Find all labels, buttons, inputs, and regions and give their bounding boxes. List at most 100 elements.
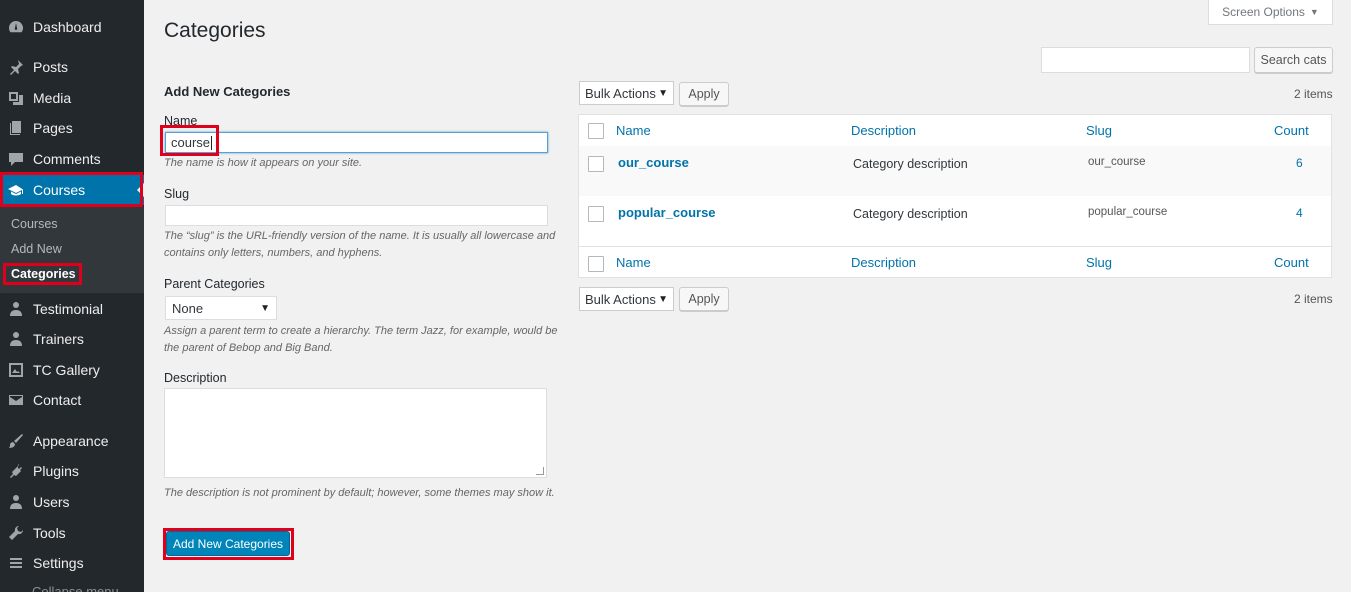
pages-icon: [8, 120, 24, 136]
comment-icon: [8, 151, 24, 167]
submenu-item-courses[interactable]: Courses: [11, 217, 58, 231]
category-slug: popular_course: [1088, 206, 1168, 218]
slug-help: The “slug” is the URL-friendly version o…: [164, 230, 556, 259]
person-icon: [8, 331, 24, 347]
bulk-actions-select-bottom[interactable]: Bulk Actions ▼: [579, 287, 674, 311]
column-footer-description[interactable]: Description: [851, 255, 916, 270]
collapse-menu-link[interactable]: Collapse menu: [32, 584, 119, 592]
search-cats-button[interactable]: Search cats: [1254, 47, 1333, 73]
categories-table: Name Description Slug Count our_course C…: [578, 114, 1332, 278]
parent-selected-value: None: [172, 300, 204, 316]
menu-label: Tools: [33, 525, 66, 541]
menu-label: Media: [33, 90, 72, 106]
gallery-icon: [8, 362, 24, 378]
bulk-actions-select-top[interactable]: Bulk Actions ▼: [579, 81, 674, 105]
triangle-down-icon: ▼: [260, 302, 270, 314]
menu-item-plugins[interactable]: Plugins: [0, 456, 144, 486]
menu-item-pages[interactable]: Pages: [0, 113, 144, 143]
description-help: The description is not prominent by defa…: [164, 487, 555, 499]
highlight-courses-menu: [0, 172, 143, 207]
apply-button-top[interactable]: Apply: [679, 82, 729, 106]
select-all-checkbox-bottom[interactable]: [588, 256, 604, 272]
parent-categories-select[interactable]: None ▼: [165, 296, 277, 320]
screen-options-button[interactable]: Screen Options ▼: [1208, 0, 1333, 25]
name-field[interactable]: course: [165, 132, 548, 153]
menu-item-settings[interactable]: Settings: [0, 548, 144, 578]
menu-item-posts[interactable]: Posts: [0, 52, 144, 82]
menu-label: Pages: [33, 120, 73, 136]
items-count-top: 2 items: [1294, 87, 1333, 101]
admin-sidebar: Dashboard Posts Media Pages Comments Cou…: [0, 0, 144, 592]
column-footer-count[interactable]: Count: [1274, 255, 1309, 270]
name-help: The name is how it appears on your site.: [164, 157, 363, 169]
menu-item-tc-gallery[interactable]: TC Gallery: [0, 355, 144, 385]
highlight-name-field: [160, 125, 219, 156]
slug-field[interactable]: [165, 205, 548, 226]
parent-help: Assign a parent term to create a hierarc…: [164, 325, 558, 354]
select-all-checkbox[interactable]: [588, 123, 604, 139]
column-header-count[interactable]: Count: [1274, 123, 1309, 138]
menu-label: Appearance: [33, 433, 109, 449]
screen-options-label: Screen Options: [1222, 5, 1305, 19]
settings-icon: [8, 555, 24, 571]
menu-label: Posts: [33, 59, 69, 75]
description-label: Description: [164, 371, 227, 385]
menu-item-tools[interactable]: Tools: [0, 518, 144, 548]
category-name-link[interactable]: our_course: [618, 155, 689, 170]
pin-icon: [8, 59, 24, 75]
column-header-slug[interactable]: Slug: [1086, 123, 1112, 138]
envelope-icon: [8, 392, 24, 408]
person-icon: [8, 301, 24, 317]
triangle-down-icon: ▼: [658, 87, 668, 99]
menu-item-trainers[interactable]: Trainers: [0, 324, 144, 354]
description-textarea[interactable]: [164, 388, 547, 478]
resize-handle-icon[interactable]: [536, 467, 544, 475]
table-row-striped-bg: [579, 146, 1331, 196]
row-checkbox[interactable]: [588, 156, 604, 172]
media-icon: [8, 90, 24, 106]
parent-categories-label: Parent Categories: [164, 277, 265, 291]
dashboard-icon: [8, 19, 24, 35]
search-input[interactable]: [1041, 47, 1250, 73]
bulk-actions-label: Bulk Actions: [585, 291, 656, 307]
apply-button-bottom[interactable]: Apply: [679, 287, 729, 311]
plug-icon: [8, 463, 24, 479]
menu-label: Trainers: [33, 331, 84, 347]
menu-item-appearance[interactable]: Appearance: [0, 426, 144, 456]
menu-item-contact[interactable]: Contact: [0, 385, 144, 415]
menu-item-dashboard[interactable]: Dashboard: [0, 12, 144, 42]
menu-label: Settings: [33, 555, 84, 571]
footer-divider: [579, 246, 1331, 247]
triangle-down-icon: ▼: [1309, 7, 1319, 17]
category-name-link[interactable]: popular_course: [618, 205, 716, 220]
menu-item-users[interactable]: Users: [0, 487, 144, 517]
category-slug: our_course: [1088, 156, 1146, 168]
menu-label: Comments: [33, 151, 101, 167]
highlight-categories-submenu: [3, 263, 82, 285]
triangle-down-icon: ▼: [658, 293, 668, 305]
row-checkbox[interactable]: [588, 206, 604, 222]
form-heading: Add New Categories: [164, 84, 291, 99]
items-count-bottom: 2 items: [1294, 292, 1333, 306]
category-count-link[interactable]: 4: [1296, 206, 1303, 220]
highlight-add-button: [163, 528, 294, 560]
column-footer-name[interactable]: Name: [616, 255, 651, 270]
page-title: Categories: [164, 19, 266, 42]
column-footer-slug[interactable]: Slug: [1086, 255, 1112, 270]
category-description: Category description: [853, 157, 968, 171]
menu-item-media[interactable]: Media: [0, 83, 144, 113]
menu-label: Testimonial: [33, 301, 104, 317]
slug-label: Slug: [164, 187, 190, 201]
menu-label: TC Gallery: [33, 362, 100, 378]
menu-item-comments[interactable]: Comments: [0, 144, 144, 174]
submenu-item-add-new[interactable]: Add New: [11, 242, 62, 256]
column-header-name[interactable]: Name: [616, 123, 651, 138]
wrench-icon: [8, 525, 24, 541]
bulk-actions-label: Bulk Actions: [585, 85, 656, 101]
column-header-description[interactable]: Description: [851, 123, 916, 138]
menu-label: Plugins: [33, 463, 79, 479]
menu-label: Contact: [33, 392, 82, 408]
menu-item-testimonial[interactable]: Testimonial: [0, 294, 144, 324]
brush-icon: [8, 433, 24, 449]
category-count-link[interactable]: 6: [1296, 156, 1303, 170]
